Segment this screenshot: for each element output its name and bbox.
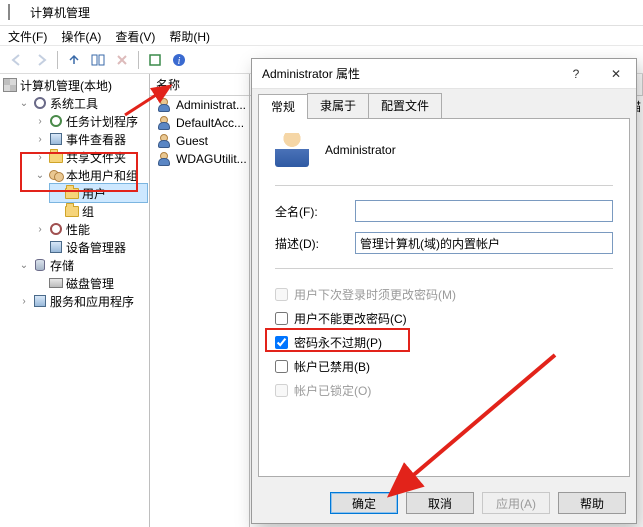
dialog-close-icon[interactable]: ✕ xyxy=(596,59,636,89)
toolbar-separator xyxy=(57,51,58,69)
expand-toggle[interactable]: ⌄ xyxy=(18,260,30,271)
full-name-label: 全名(F): xyxy=(275,203,355,220)
tab-strip: 常规 隶属于 配置文件 xyxy=(252,89,636,118)
tree-groups[interactable]: 组 xyxy=(50,202,147,220)
tree-local-users-groups[interactable]: ⌄本地用户和组 xyxy=(34,166,147,184)
description-input[interactable] xyxy=(355,232,613,254)
tree-device-manager[interactable]: 设备管理器 xyxy=(34,238,147,256)
chk-account-disabled-box[interactable] xyxy=(275,360,288,373)
tree-performance[interactable]: ›性能 xyxy=(34,220,147,238)
computer-management-icon xyxy=(2,77,18,93)
storage-icon xyxy=(32,257,48,273)
menu-help[interactable]: 帮助(H) xyxy=(169,28,210,43)
folder-icon xyxy=(64,185,80,201)
properties-dialog: Administrator 属性 ? ✕ 常规 隶属于 配置文件 Adminis… xyxy=(251,58,637,524)
tree-task-scheduler[interactable]: ›任务计划程序 xyxy=(34,112,147,130)
user-icon xyxy=(156,151,172,167)
chk-never-expires[interactable]: 密码永不过期(P) xyxy=(275,331,613,353)
chk-cannot-change-box[interactable] xyxy=(275,312,288,325)
tab-member-of[interactable]: 隶属于 xyxy=(307,93,369,118)
tree-event-viewer[interactable]: ›事件查看器 xyxy=(34,130,147,148)
expand-toggle[interactable]: › xyxy=(18,296,30,307)
performance-icon xyxy=(48,221,64,237)
tool-help[interactable]: i xyxy=(168,49,190,71)
list-pane: 名称 Administrat... DefaultAcc... Guest WD… xyxy=(150,74,250,527)
users-groups-icon xyxy=(48,167,64,183)
expand-toggle[interactable]: ⌄ xyxy=(34,170,46,181)
tool-forward[interactable] xyxy=(30,49,52,71)
tool-delete[interactable] xyxy=(111,49,133,71)
chk-change-next-logon-box[interactable] xyxy=(275,288,288,301)
separator xyxy=(275,268,613,269)
tab-profile[interactable]: 配置文件 xyxy=(368,93,442,118)
apply-button[interactable]: 应用(A) xyxy=(482,492,550,514)
expand-toggle[interactable]: ⌄ xyxy=(18,98,30,109)
expand-toggle[interactable]: › xyxy=(34,152,46,163)
list-item[interactable]: Guest xyxy=(150,132,249,150)
tab-general[interactable]: 常规 xyxy=(258,94,308,119)
event-viewer-icon xyxy=(48,131,64,147)
ok-button[interactable]: 确定 xyxy=(330,492,398,514)
tool-refresh[interactable] xyxy=(144,49,166,71)
dialog-title: Administrator 属性 xyxy=(262,65,360,82)
chk-cannot-change[interactable]: 用户不能更改密码(C) xyxy=(275,307,613,329)
dialog-titlebar[interactable]: Administrator 属性 ? ✕ xyxy=(252,59,636,89)
user-icon xyxy=(156,97,172,113)
chk-account-locked-box[interactable] xyxy=(275,384,288,397)
chk-account-locked[interactable]: 帐户已锁定(O) xyxy=(275,379,613,401)
menu-view[interactable]: 查看(V) xyxy=(115,28,155,43)
tree-storage[interactable]: ⌄存储 xyxy=(18,256,147,274)
tree-services-apps[interactable]: ›服务和应用程序 xyxy=(18,292,147,310)
user-icon xyxy=(156,115,172,131)
tree-root-label: 计算机管理(本地) xyxy=(20,77,112,94)
list-item[interactable]: DefaultAcc... xyxy=(150,114,249,132)
services-icon xyxy=(32,293,48,309)
cancel-button[interactable]: 取消 xyxy=(406,492,474,514)
main-titlebar: 计算机管理 xyxy=(0,0,643,26)
folder-icon xyxy=(64,203,80,219)
list-header-name[interactable]: 名称 xyxy=(150,74,249,96)
tree-disk-mgmt[interactable]: 磁盘管理 xyxy=(34,274,147,292)
menu-file[interactable]: 文件(F) xyxy=(8,28,47,43)
menu-action[interactable]: 操作(A) xyxy=(61,28,101,43)
device-manager-icon xyxy=(48,239,64,255)
chk-never-expires-box[interactable] xyxy=(275,336,288,349)
user-icon xyxy=(156,133,172,149)
disk-icon xyxy=(48,275,64,291)
tree-shared-folders[interactable]: ›共享文件夹 xyxy=(34,148,147,166)
expand-toggle[interactable]: › xyxy=(34,224,46,235)
user-large-icon xyxy=(275,133,309,167)
tree-users[interactable]: 用户 xyxy=(50,184,147,202)
tree-root[interactable]: 计算机管理(本地) xyxy=(2,76,147,94)
menu-bar: 文件(F) 操作(A) 查看(V) 帮助(H) xyxy=(0,26,643,46)
dialog-help-icon[interactable]: ? xyxy=(556,59,596,89)
tools-icon xyxy=(32,95,48,111)
expand-toggle[interactable]: › xyxy=(34,116,46,127)
chk-account-disabled[interactable]: 帐户已禁用(B) xyxy=(275,355,613,377)
svg-text:i: i xyxy=(178,56,181,67)
description-label: 描述(D): xyxy=(275,235,355,252)
expand-toggle[interactable]: › xyxy=(34,134,46,145)
task-scheduler-icon xyxy=(48,113,64,129)
full-name-input[interactable] xyxy=(355,200,613,222)
tool-show-hide[interactable] xyxy=(87,49,109,71)
shared-folders-icon xyxy=(48,149,64,165)
help-button[interactable]: 帮助 xyxy=(558,492,626,514)
chk-change-next-logon[interactable]: 用户下次登录时须更改密码(M) xyxy=(275,283,613,305)
list-item[interactable]: WDAGUtilit... xyxy=(150,150,249,168)
dialog-button-row: 确定 取消 应用(A) 帮助 xyxy=(252,483,636,523)
tree-pane: 计算机管理(本地) ⌄ 系统工具 ›任务计划程序 ›事件查看器 ›共享文件夹 xyxy=(0,74,150,527)
tab-panel-general: Administrator 全名(F): 描述(D): 用户下次登录时须更改密码… xyxy=(258,118,630,477)
tool-back[interactable] xyxy=(6,49,28,71)
list-item[interactable]: Administrat... xyxy=(150,96,249,114)
main-title: 计算机管理 xyxy=(30,4,90,21)
app-icon xyxy=(8,5,24,21)
tree-system-tools[interactable]: ⌄ 系统工具 xyxy=(18,94,147,112)
account-name: Administrator xyxy=(325,143,396,157)
toolbar-separator-2 xyxy=(138,51,139,69)
tool-up[interactable] xyxy=(63,49,85,71)
separator xyxy=(275,185,613,186)
